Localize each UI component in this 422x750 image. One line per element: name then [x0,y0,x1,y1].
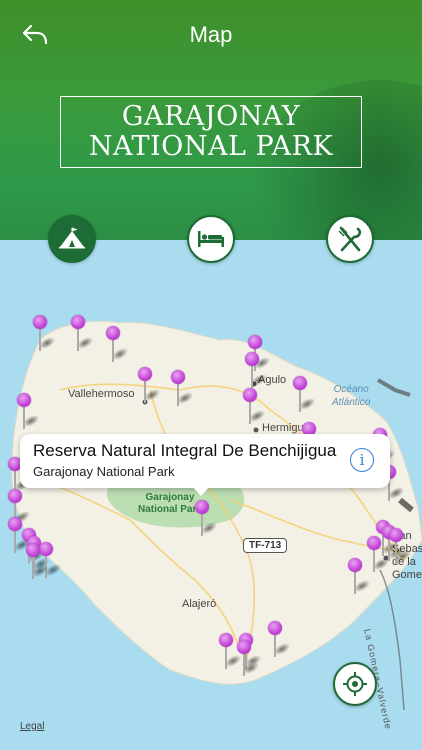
map-pin[interactable] [367,536,393,574]
page-title: Map [189,22,233,47]
map-pin[interactable] [171,370,197,408]
road-badge-tf713: TF-713 [243,538,288,553]
crosshair-icon [343,672,367,696]
callout-title: Reserva Natural Integral De Benchijigua [33,441,337,460]
bed-icon [198,231,224,247]
map-pin[interactable] [243,388,269,426]
map-label-ocean: Océano Atlántico [332,383,370,409]
callout-pointer [192,486,210,496]
map-pin[interactable] [106,326,132,364]
map-pin[interactable] [33,315,59,353]
map-pin[interactable] [348,558,374,596]
fork-knife-icon [338,226,362,252]
park-label-line2: National Park [138,504,202,515]
camping-filter-button[interactable] [48,215,96,263]
ocean-line2: Atlántico [332,397,371,408]
map-pin[interactable] [138,367,164,405]
callout-subtitle: Garajonay National Park [33,464,175,479]
tent-icon [59,227,85,249]
map-pin[interactable] [71,315,97,353]
map-pin[interactable] [195,500,221,538]
locate-me-button[interactable] [333,662,377,706]
park-title-line2: NATIONAL PARK [88,131,334,162]
park-title-box: GARAJONAY NATIONAL PARK [60,96,362,168]
restaurant-filter-button[interactable] [326,215,374,263]
map-label-alajero: Alajeró [182,598,217,610]
legal-link[interactable]: Legal [20,721,44,732]
park-title-line1: GARAJONAY [121,101,301,132]
map-pin[interactable] [219,633,245,671]
hotel-filter-button[interactable] [187,215,235,263]
map-pin[interactable] [26,543,52,581]
map-pin[interactable] [389,528,415,566]
header-banner: Map GARAJONAY NATIONAL PARK [0,0,422,240]
place-callout[interactable]: Reserva Natural Integral De Benchijigua … [20,434,390,496]
map-pin[interactable] [17,393,43,431]
map-pin[interactable] [293,376,319,414]
map-label-vallehermoso: Vallehermoso [68,388,135,400]
ocean-line1: Océano [333,384,369,395]
map-pin[interactable] [237,640,263,678]
map-pin[interactable] [268,621,294,659]
map-pin[interactable] [8,517,34,555]
map-pin[interactable] [245,352,271,390]
info-icon[interactable]: i [350,448,374,472]
